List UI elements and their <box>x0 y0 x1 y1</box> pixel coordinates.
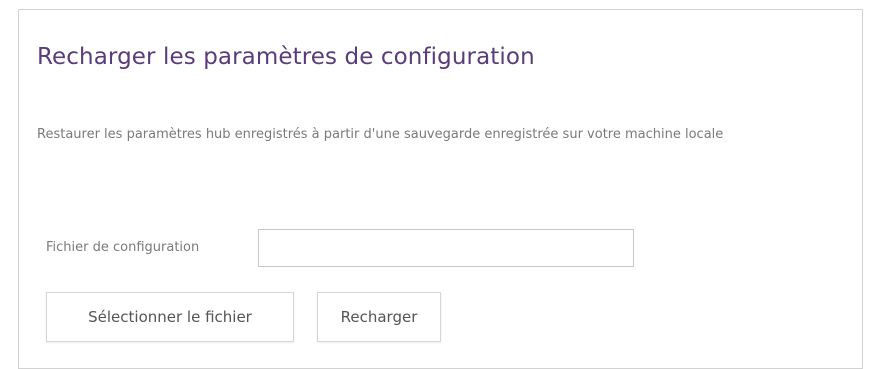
reload-config-panel: Recharger les paramètres de configuratio… <box>18 9 863 369</box>
config-file-input[interactable] <box>258 229 634 267</box>
config-file-label: Fichier de configuration <box>46 240 200 255</box>
reload-button[interactable]: Recharger <box>317 292 441 342</box>
panel-description: Restaurer les paramètres hub enregistrés… <box>37 127 724 142</box>
panel-title: Recharger les paramètres de configuratio… <box>37 44 535 70</box>
select-file-button[interactable]: Sélectionner le fichier <box>46 292 294 342</box>
